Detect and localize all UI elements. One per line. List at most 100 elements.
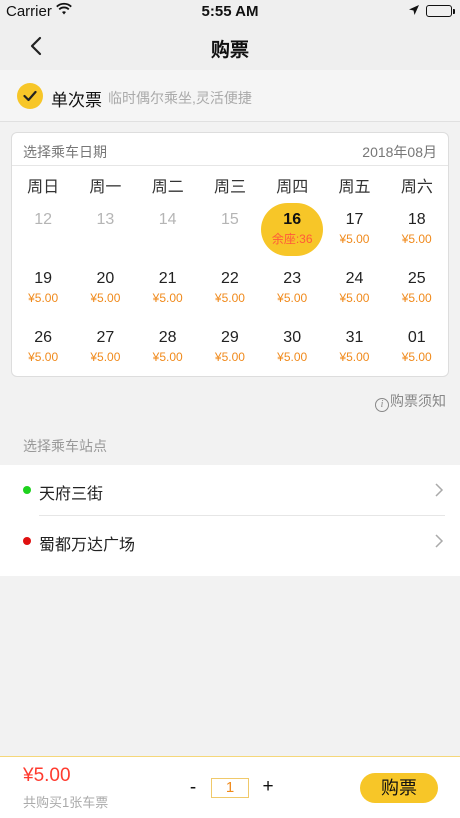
station-name: 蜀都万达广场 [39, 537, 136, 554]
calendar-label: 选择乘车日期 [23, 144, 107, 160]
checkmark-icon [17, 83, 43, 109]
calendar-day[interactable]: 27 ¥5.00 [74, 321, 136, 380]
station-item[interactable]: 天府三街 [0, 465, 460, 515]
info-icon: i [375, 398, 389, 412]
day-price: ¥5.00 [401, 350, 432, 364]
checkout-bar: ¥5.00 共购买1张车票 - 1 + 购票 [0, 756, 460, 818]
calendar-day[interactable]: 29 ¥5.00 [199, 321, 261, 380]
calendar-day[interactable]: 22 ¥5.00 [199, 262, 261, 321]
ticket-type-description: 临时偶尔乘坐,灵活便捷 [108, 90, 252, 106]
calendar-header: 选择乘车日期 2018年08月 [12, 133, 448, 166]
calendar-day[interactable]: 28 ¥5.00 [137, 321, 199, 380]
weekday-label: 周四 [276, 179, 309, 196]
station-dot-icon [23, 486, 31, 494]
day-number: 12 [34, 211, 53, 228]
ticket-type-name: 单次票 [51, 91, 102, 110]
calendar-day[interactable]: 24 ¥5.00 [323, 262, 385, 321]
calendar-day[interactable]: 19 ¥5.00 [12, 262, 74, 321]
day-number: 28 [158, 329, 177, 346]
ticket-count-text: 共购买1张车票 [23, 795, 109, 810]
day-number: 23 [283, 270, 302, 287]
day-price: ¥5.00 [152, 291, 183, 305]
day-number: 01 [407, 329, 426, 346]
day-number: 26 [34, 329, 53, 346]
day-price: ¥5.00 [339, 291, 370, 305]
day-number: 27 [96, 329, 115, 346]
day-number: 14 [158, 211, 177, 228]
calendar-day: 14 [137, 203, 199, 262]
day-price: ¥5.00 [401, 291, 432, 305]
day-number: 19 [34, 270, 53, 287]
day-price: ¥5.00 [152, 350, 183, 364]
day-number: 31 [345, 329, 364, 346]
day-number: 15 [221, 211, 239, 228]
calendar-day[interactable]: 25 ¥5.00 [386, 262, 448, 321]
clock: 5:55 AM [201, 3, 259, 20]
increase-quantity-button[interactable]: + [260, 776, 276, 798]
quantity-field[interactable]: 1 [211, 778, 249, 798]
calendar-day[interactable]: 20 ¥5.00 [74, 262, 136, 321]
date-calendar: 选择乘车日期 2018年08月 周日 周一 周二 周三 周四 周五 周六 12 … [11, 132, 449, 377]
day-price: ¥5.00 [90, 350, 121, 364]
weekday-label: 周日 [27, 179, 60, 196]
page-title: 购票 [210, 40, 249, 61]
station-dot-icon [23, 537, 31, 545]
weekday-label: 周一 [89, 179, 122, 196]
day-number: 20 [96, 270, 115, 287]
day-number: 25 [407, 270, 426, 287]
day-price: ¥5.00 [214, 291, 245, 305]
total-price: ¥5.00 [23, 765, 71, 786]
day-number: 21 [158, 270, 177, 287]
weekday-row: 周日 周一 周二 周三 周四 周五 周六 [12, 173, 448, 197]
calendar-day[interactable]: 26 ¥5.00 [12, 321, 74, 380]
day-price: ¥5.00 [339, 350, 370, 364]
purchase-notice-link[interactable]: i 购票须知 [375, 391, 446, 412]
day-price: ¥5.00 [28, 291, 59, 305]
day-number: 30 [283, 329, 302, 346]
calendar-day[interactable]: 30 ¥5.00 [261, 321, 323, 380]
day-price: ¥5.00 [401, 232, 432, 246]
day-price: ¥5.00 [277, 291, 308, 305]
weekday-label: 周二 [151, 179, 184, 196]
day-price: ¥5.00 [339, 232, 370, 246]
calendar-day[interactable]: 01 ¥5.00 [386, 321, 448, 380]
station-item[interactable]: 蜀都万达广场 [0, 516, 460, 566]
day-seats-remaining: 余座:36 [271, 232, 313, 246]
weekday-label: 周五 [338, 179, 371, 196]
calendar-day[interactable]: 18 ¥5.00 [386, 203, 448, 262]
station-name: 天府三街 [39, 486, 104, 503]
day-price: ¥5.00 [28, 350, 59, 364]
chevron-right-icon [434, 533, 444, 554]
day-number: 24 [345, 270, 364, 287]
chevron-right-icon [434, 482, 444, 503]
calendar-day: 13 [74, 203, 136, 262]
ticket-type-option[interactable]: 单次票 临时偶尔乘坐,灵活便捷 [0, 70, 460, 122]
location-arrow-icon [408, 3, 420, 20]
day-number: 17 [345, 211, 364, 228]
calendar-day[interactable]: 21 ¥5.00 [137, 262, 199, 321]
day-number: 29 [221, 329, 239, 346]
station-section-title: 选择乘车站点 [23, 438, 107, 454]
day-price: ¥5.00 [277, 350, 308, 364]
calendar-day[interactable]: 31 ¥5.00 [323, 321, 385, 380]
navigation-bar: 购票 [0, 22, 460, 70]
decrease-quantity-button[interactable]: - [185, 777, 201, 799]
status-bar: Carrier 5:55 AM [0, 0, 460, 22]
weekday-label: 周三 [213, 179, 246, 196]
calendar-day-selected[interactable]: 16 余座:36 [261, 203, 324, 262]
buy-ticket-button[interactable]: 购票 [360, 773, 438, 803]
purchase-notice-label: 购票须知 [390, 393, 446, 409]
calendar-day[interactable]: 17 ¥5.00 [323, 203, 385, 262]
weekday-label: 周六 [400, 179, 433, 196]
calendar-day: 15 [199, 203, 261, 262]
calendar-month: 2018年08月 [362, 144, 437, 160]
day-price: ¥5.00 [214, 350, 245, 364]
calendar-day: 12 [12, 203, 74, 262]
day-number: 22 [221, 270, 239, 287]
calendar-grid: 12 13 14 15 16 余座:36 17 ¥5.00 18 ¥5.00 19 ¥5… [12, 203, 448, 380]
calendar-day[interactable]: 23 ¥5.00 [261, 262, 323, 321]
day-number: 13 [96, 211, 115, 228]
day-price: ¥5.00 [90, 291, 121, 305]
day-number: 16 [283, 211, 302, 228]
battery-icon [426, 5, 455, 17]
